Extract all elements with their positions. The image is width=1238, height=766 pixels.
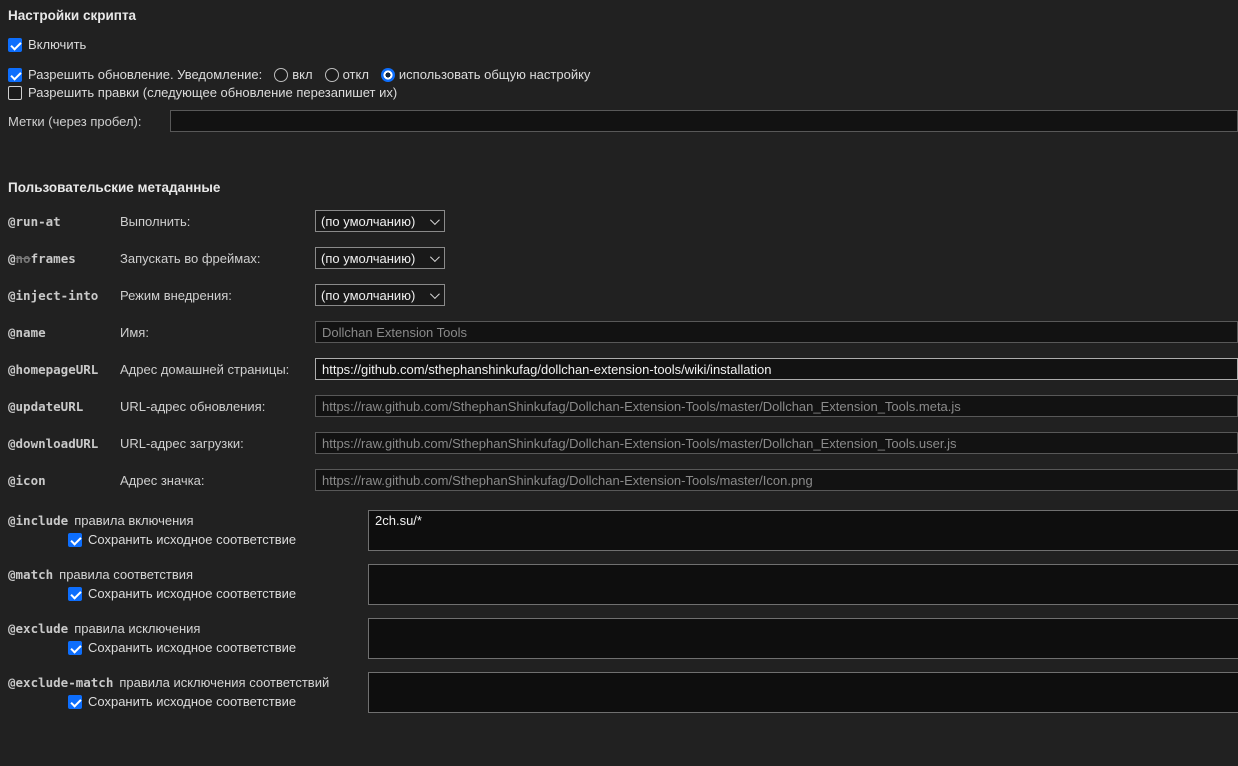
name-key: @name	[8, 324, 46, 340]
noframes-label: Запускать во фреймах:	[120, 250, 261, 266]
run-at-row: @run-at Выполнить: (по умолчанию)	[8, 210, 1238, 232]
notification-on-label: вкл	[292, 67, 313, 82]
homepage-url-label: Адрес домашней страницы:	[120, 361, 290, 377]
update-url-key: @updateURL	[8, 398, 84, 414]
download-url-label: URL-адрес загрузки:	[120, 435, 244, 451]
exclude-match-label: правила исключения соответствий	[119, 675, 330, 690]
name-input[interactable]	[315, 321, 1238, 343]
noframes-row: @noframes Запускать во фреймах: (по умол…	[8, 247, 1238, 269]
tags-row: Метки (через пробел):	[8, 110, 1238, 132]
script-settings-page: Настройки скрипта Включить Разрешить обн…	[0, 0, 1238, 766]
rules-section: @include правила включения Сохранить исх…	[8, 510, 1238, 713]
noframes-key-strikethrough: no	[15, 250, 31, 266]
chevron-down-icon	[429, 214, 440, 225]
script-settings-title: Настройки скрипта	[8, 8, 137, 23]
enable-checkbox[interactable]	[8, 37, 22, 52]
chevron-down-icon	[429, 251, 440, 262]
match-label: правила соответствия	[59, 567, 194, 582]
exclude-keep-original-checkbox[interactable]	[68, 640, 82, 655]
notification-off-radio[interactable]	[324, 67, 339, 82]
allow-update-label: Разрешить обновление. Уведомление:	[28, 67, 263, 82]
download-url-row: @downloadURL URL-адрес загрузки:	[8, 432, 1238, 454]
notification-global-radio[interactable]	[380, 67, 395, 82]
exclude-rules-row: @exclude правила исключения Сохранить ис…	[8, 618, 1238, 659]
homepage-url-input[interactable]	[315, 358, 1238, 380]
inject-into-label: Режим внедрения:	[120, 287, 232, 303]
exclude-match-keep-original-checkbox[interactable]	[68, 694, 82, 709]
match-rules-textarea[interactable]	[368, 564, 1238, 605]
homepage-url-row: @homepageURL Адрес домашней страницы:	[8, 358, 1238, 380]
include-label: правила включения	[74, 513, 194, 528]
enable-label: Включить	[28, 37, 87, 52]
include-key: @include	[8, 513, 69, 528]
run-at-key: @run-at	[8, 213, 61, 229]
homepage-url-key: @homepageURL	[8, 361, 99, 377]
icon-url-input[interactable]	[315, 469, 1238, 491]
exclude-keep-original-label: Сохранить исходное соответствие	[88, 640, 297, 655]
exclude-match-key: @exclude-match	[8, 675, 114, 690]
download-url-key: @downloadURL	[8, 435, 99, 451]
enable-row: Включить	[8, 37, 1238, 52]
exclude-match-rules-row: @exclude-match правила исключения соотве…	[8, 672, 1238, 713]
exclude-label: правила исключения	[74, 621, 201, 636]
exclude-match-rules-textarea[interactable]	[368, 672, 1238, 713]
inject-into-key: @inject-into	[8, 287, 99, 303]
inject-into-select-value: (по умолчанию)	[321, 287, 416, 303]
run-at-select-value: (по умолчанию)	[321, 213, 416, 229]
allow-update-checkbox[interactable]	[8, 67, 22, 82]
match-rules-row: @match правила соответствия Сохранить ис…	[8, 564, 1238, 605]
exclude-rules-textarea[interactable]	[368, 618, 1238, 659]
include-rules-textarea[interactable]: 2ch.su/*	[368, 510, 1238, 551]
allow-update-row: Разрешить обновление. Уведомление: вкл о…	[8, 67, 1238, 82]
allow-edits-checkbox[interactable]	[8, 85, 22, 100]
custom-metadata-title: Пользовательские метаданные	[8, 180, 221, 195]
match-keep-original-checkbox[interactable]	[68, 586, 82, 601]
match-keep-original-label: Сохранить исходное соответствие	[88, 586, 297, 601]
inject-into-select[interactable]: (по умолчанию)	[315, 284, 445, 306]
name-label: Имя:	[120, 324, 149, 340]
include-keep-original-checkbox[interactable]	[68, 532, 82, 547]
run-at-select[interactable]: (по умолчанию)	[315, 210, 445, 232]
allow-edits-label: Разрешить правки (следующее обновление п…	[28, 85, 398, 100]
run-at-label: Выполнить:	[120, 213, 191, 229]
notification-radio-group: вкл откл использовать общую настройку	[274, 67, 598, 82]
allow-edits-row: Разрешить правки (следующее обновление п…	[8, 85, 1238, 100]
tags-label: Метки (через пробел):	[8, 113, 142, 129]
icon-url-key: @icon	[8, 472, 46, 488]
exclude-match-keep-original-label: Сохранить исходное соответствие	[88, 694, 297, 709]
update-url-row: @updateURL URL-адрес обновления:	[8, 395, 1238, 417]
noframes-key: @noframes	[8, 250, 76, 266]
update-url-input[interactable]	[315, 395, 1238, 417]
download-url-input[interactable]	[315, 432, 1238, 454]
update-url-label: URL-адрес обновления:	[120, 398, 266, 414]
icon-url-label: Адрес значка:	[120, 472, 205, 488]
noframes-select[interactable]: (по умолчанию)	[315, 247, 445, 269]
chevron-down-icon	[429, 288, 440, 299]
inject-into-row: @inject-into Режим внедрения: (по умолча…	[8, 284, 1238, 306]
name-row: @name Имя:	[8, 321, 1238, 343]
notification-global-label: использовать общую настройку	[398, 67, 591, 82]
notification-on-radio[interactable]	[274, 67, 289, 82]
include-rules-row: @include правила включения Сохранить исх…	[8, 510, 1238, 551]
notification-off-label: откл	[342, 67, 369, 82]
noframes-select-value: (по умолчанию)	[321, 250, 416, 266]
icon-url-row: @icon Адрес значка:	[8, 469, 1238, 491]
match-key: @match	[8, 567, 54, 582]
include-keep-original-label: Сохранить исходное соответствие	[88, 532, 297, 547]
tags-input[interactable]	[170, 110, 1238, 132]
exclude-key: @exclude	[8, 621, 69, 636]
